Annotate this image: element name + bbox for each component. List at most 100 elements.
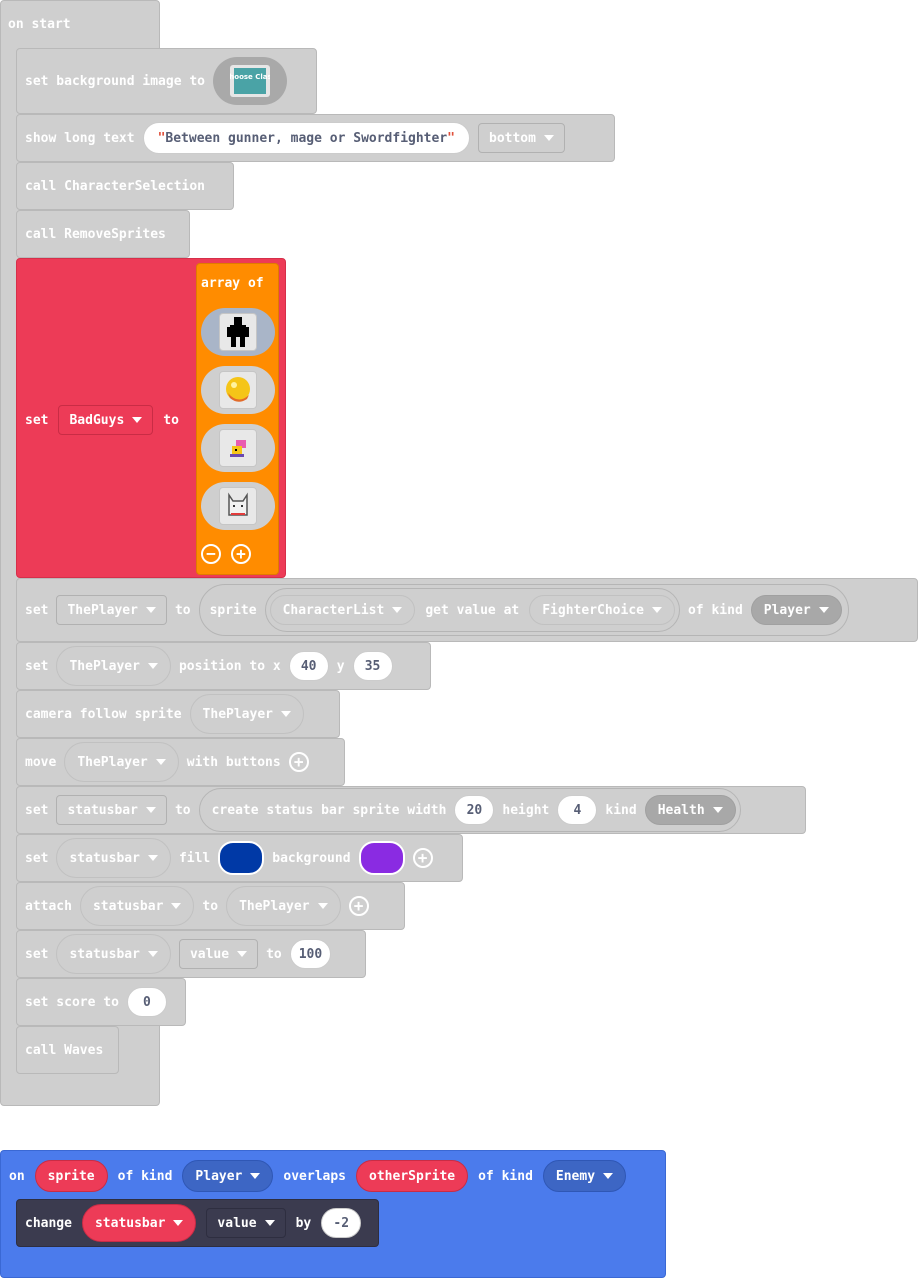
on-start-hat[interactable]: on start (0, 0, 160, 48)
score-input[interactable]: 0 (126, 987, 167, 1017)
fighter-choice-dropdown[interactable]: FighterChoice (529, 595, 675, 625)
set-label: set (25, 658, 49, 674)
kind1-value: Player (195, 1168, 243, 1184)
change-statusbar-dropdown[interactable]: statusbar (81, 1204, 197, 1242)
show-long-text-block[interactable]: show long text " Between gunner, mage or… (16, 114, 615, 162)
change-amount-input[interactable]: -2 (321, 1208, 362, 1238)
player-kind-dropdown[interactable]: Player (750, 595, 842, 625)
of-kind-label: of kind (117, 1168, 173, 1184)
set-statusbar-value-block[interactable]: set statusbar value to 100 (16, 930, 366, 978)
fill-color-swatch[interactable] (218, 841, 265, 875)
width-input[interactable]: 20 (454, 795, 495, 825)
small-creature-sprite-icon (219, 429, 257, 467)
set-label: set (25, 802, 49, 818)
attach-statusbar-block[interactable]: attach statusbar to ThePlayer + (16, 882, 405, 930)
theplayer-variable-dropdown[interactable]: ThePlayer (56, 595, 167, 625)
set-label: set (25, 602, 49, 618)
camera-follow-block[interactable]: camera follow sprite ThePlayer (16, 690, 340, 738)
expand-plus-icon[interactable]: + (288, 752, 309, 772)
badguys-variable-dropdown[interactable]: BadGuys (58, 405, 154, 435)
remove-item-icon[interactable]: − (201, 544, 221, 564)
statusbar-dropdown[interactable]: statusbar (56, 838, 171, 878)
on-start-label: on start (8, 16, 71, 32)
change-statusbar-block[interactable]: change statusbar value by -2 (16, 1199, 379, 1247)
text-position-dropdown[interactable]: bottom (478, 123, 565, 153)
attach-label: attach (25, 898, 72, 914)
position-to-x-label: position to x (178, 658, 281, 674)
move-sprite-dropdown[interactable]: ThePlayer (64, 742, 179, 782)
call-waves-label: call Waves (25, 1042, 104, 1058)
sprite-variable-pill[interactable]: sprite (34, 1160, 108, 1192)
height-label: height (502, 802, 550, 818)
chevron-down-icon (171, 903, 182, 909)
array-sprite-slot-2[interactable] (201, 366, 275, 414)
chevron-down-icon (237, 951, 248, 957)
get-value-at-label: get value at (425, 602, 520, 618)
change-property-dropdown[interactable]: value (206, 1208, 286, 1238)
add-item-icon[interactable]: + (231, 544, 251, 564)
call-character-selection-block[interactable]: call CharacterSelection (16, 162, 234, 210)
sprite-of-kind-block[interactable]: sprite CharacterList get value at Fighte… (198, 584, 849, 636)
call-remove-sprites-block[interactable]: call RemoveSprites (16, 210, 190, 258)
create-status-bar-block[interactable]: create status bar sprite width 20 height… (198, 788, 741, 832)
on-overlap-block[interactable]: on sprite of kind Player overlaps otherS… (0, 1150, 666, 1278)
set-score-block[interactable]: set score to 0 (16, 978, 186, 1026)
chevron-down-icon (155, 759, 166, 765)
attach-statusbar-dropdown[interactable]: statusbar (79, 886, 195, 926)
camera-sprite-value: ThePlayer (202, 706, 273, 722)
attach-sprite-dropdown[interactable]: ThePlayer (226, 886, 341, 926)
background-color-swatch[interactable] (358, 841, 405, 875)
call-waves-block[interactable]: call Waves (16, 1026, 119, 1074)
height-input[interactable]: 4 (557, 795, 598, 825)
kind-label: kind (605, 802, 637, 818)
camera-sprite-dropdown[interactable]: ThePlayer (189, 694, 304, 734)
long-text-input[interactable]: " Between gunner, mage or Swordfighter " (142, 122, 470, 154)
badguys-variable-value: BadGuys (69, 412, 125, 428)
set-theplayer-block[interactable]: set ThePlayer to sprite CharacterList ge… (16, 578, 918, 642)
fill-label: fill (178, 850, 211, 866)
value-statusbar-dropdown[interactable]: statusbar (56, 934, 171, 974)
chevron-down-icon (264, 1220, 275, 1226)
chevron-down-icon (173, 1220, 184, 1226)
theplayer-dropdown[interactable]: ThePlayer (56, 646, 171, 686)
statusbar-variable-dropdown[interactable]: statusbar (56, 795, 167, 825)
set-label: set (25, 412, 49, 428)
health-kind-dropdown[interactable]: Health (644, 795, 736, 825)
other-sprite-pill[interactable]: otherSprite (356, 1160, 469, 1192)
to-label: to (174, 602, 191, 618)
array-of-block[interactable]: array of − + (196, 263, 279, 575)
kind1-dropdown[interactable]: Player (182, 1160, 274, 1192)
x-input[interactable]: 40 (288, 651, 329, 681)
value-input[interactable]: 100 (289, 939, 332, 969)
set-background-block[interactable]: set background image to Choose Class (16, 48, 317, 114)
expand-plus-icon[interactable]: + (348, 896, 369, 916)
set-badguys-block[interactable]: set BadGuys to array of − + (16, 258, 286, 578)
y-label: y (336, 658, 345, 674)
array-sprite-slot-1[interactable] (201, 308, 275, 356)
y-input[interactable]: 35 (352, 651, 393, 681)
show-long-text-label: show long text (25, 130, 135, 146)
long-text-value: Between gunner, mage or Swordfighter (165, 130, 448, 146)
overlaps-label: overlaps (283, 1168, 347, 1184)
array-sprite-slot-4[interactable] (201, 482, 275, 530)
array-sprite-slot-3[interactable] (201, 424, 275, 472)
statusbar-value: statusbar (69, 850, 140, 866)
character-list-dropdown[interactable]: CharacterList (269, 595, 416, 625)
of-kind-label-2: of kind (478, 1168, 533, 1184)
set-statusbar-block[interactable]: set statusbar to create status bar sprit… (16, 786, 806, 834)
set-colors-block[interactable]: set statusbar fill background + (16, 834, 463, 882)
cat-sprite-icon (219, 487, 257, 525)
set-background-label: set background image to (25, 73, 206, 89)
property-dropdown[interactable]: value (178, 939, 259, 969)
set-position-block[interactable]: set ThePlayer position to x 40 y 35 (16, 642, 431, 690)
expand-plus-icon[interactable]: + (412, 848, 433, 868)
list-get-value-block[interactable]: CharacterList get value at FighterChoice (264, 588, 680, 632)
to-label: to (163, 412, 179, 428)
kind2-dropdown[interactable]: Enemy (542, 1160, 627, 1192)
set-score-label: set score to (25, 994, 119, 1010)
background-image-picker[interactable]: Choose Class (213, 57, 288, 105)
chevron-down-icon (145, 807, 156, 813)
call-character-selection-label: call CharacterSelection (25, 178, 206, 194)
chevron-down-icon (712, 807, 723, 813)
move-with-buttons-block[interactable]: move ThePlayer with buttons + (16, 738, 345, 786)
